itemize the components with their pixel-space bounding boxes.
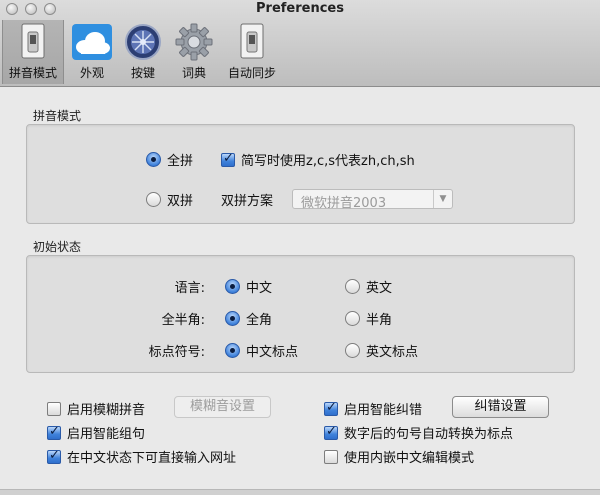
checkbox-label: 启用智能组句 xyxy=(67,427,146,442)
group-title-initial-state: 初始状态 xyxy=(33,240,82,254)
initial-state-group xyxy=(26,255,575,373)
radio-label: 中文 xyxy=(246,281,273,296)
double-pinyin-scheme-select[interactable]: 微软拼音2003 ▼ xyxy=(292,189,453,211)
radio-chinese-punct[interactable]: 中文标点 xyxy=(225,341,298,360)
checkbox-url-input[interactable]: 在中文状态下可直接输入网址 xyxy=(47,447,236,466)
width-label: 全半角: xyxy=(161,313,205,328)
tab-dictionary[interactable]: 词典 xyxy=(168,20,220,84)
checkbox-label: 使用内嵌中文编辑模式 xyxy=(344,451,475,466)
radio-label: 英文标点 xyxy=(366,345,419,360)
checkbox-auto-punct[interactable]: 数字后的句号自动转换为标点 xyxy=(324,423,513,442)
radio-button[interactable] xyxy=(345,343,360,358)
checkbox-smart-correction[interactable]: 启用智能纠错 xyxy=(324,399,422,418)
gear-icon xyxy=(175,23,213,61)
select-value: 微软拼音2003 xyxy=(301,196,387,211)
radio-full-pinyin[interactable]: 全拼 xyxy=(146,150,193,169)
checkbox-label: 在中文状态下可直接输入网址 xyxy=(67,451,237,466)
checkbox-inline-edit[interactable]: 使用内嵌中文编辑模式 xyxy=(324,447,474,466)
tab-appearance[interactable]: 外观 xyxy=(66,20,118,84)
radio-language-english[interactable]: 英文 xyxy=(345,277,392,296)
radio-label: 英文 xyxy=(366,281,393,296)
radio-half-width[interactable]: 半角 xyxy=(345,309,392,328)
radio-button[interactable] xyxy=(146,192,161,207)
radio-full-width[interactable]: 全角 xyxy=(225,309,272,328)
checkbox-label: 启用模糊拼音 xyxy=(67,403,146,418)
keyboard-globe-icon xyxy=(125,24,161,60)
radio-label: 全角 xyxy=(246,313,273,328)
tab-label: 自动同步 xyxy=(227,66,276,80)
radio-button[interactable] xyxy=(146,152,161,167)
checkbox-label: 启用智能纠错 xyxy=(344,403,423,418)
radio-english-punct[interactable]: 英文标点 xyxy=(345,341,418,360)
switch-icon xyxy=(21,23,45,59)
radio-language-chinese[interactable]: 中文 xyxy=(225,277,272,296)
checkbox-smart-grouping[interactable]: 启用智能组句 xyxy=(47,423,145,442)
radio-button[interactable] xyxy=(225,311,240,326)
radio-button[interactable] xyxy=(345,279,360,294)
checkbox-label: 简写时使用z,c,s代表zh,ch,sh xyxy=(241,154,415,169)
tab-auto-sync[interactable]: 自动同步 xyxy=(220,20,284,84)
checkbox[interactable] xyxy=(324,424,338,440)
checkbox[interactable] xyxy=(221,151,235,167)
switch-icon xyxy=(240,23,264,59)
tab-label: 词典 xyxy=(181,66,206,80)
tab-label: 外观 xyxy=(79,66,104,80)
group-title-pinyin-mode: 拼音模式 xyxy=(33,109,82,123)
correction-settings-button[interactable]: 纠错设置 xyxy=(452,396,549,418)
checkbox-label: 数字后的句号自动转换为标点 xyxy=(344,427,514,442)
radio-button[interactable] xyxy=(225,279,240,294)
radio-label: 全拼 xyxy=(167,154,194,169)
language-label: 语言: xyxy=(174,281,205,296)
checkbox-abbrev[interactable]: 简写时使用z,c,s代表zh,ch,sh xyxy=(221,150,415,169)
radio-button[interactable] xyxy=(345,311,360,326)
window-bottom-edge xyxy=(0,489,600,495)
radio-label: 中文标点 xyxy=(246,345,299,360)
tab-keys[interactable]: 按键 xyxy=(118,20,168,84)
radio-double-pinyin[interactable]: 双拼 xyxy=(146,190,193,209)
window-toolbar: Preferences 拼音模式 外观 按键 词典 自动同步 xyxy=(0,0,600,87)
scheme-label: 双拼方案 xyxy=(221,190,273,209)
checkbox[interactable] xyxy=(47,424,61,440)
checkbox[interactable] xyxy=(324,449,338,464)
tab-label: 拼音模式 xyxy=(8,66,57,80)
chevron-down-icon: ▼ xyxy=(433,190,452,208)
radio-button[interactable] xyxy=(225,343,240,358)
checkbox-fuzzy-pinyin[interactable]: 启用模糊拼音 xyxy=(47,399,145,418)
radio-label: 半角 xyxy=(366,313,393,328)
radio-label: 双拼 xyxy=(167,194,194,209)
tab-label: 按键 xyxy=(130,66,155,80)
checkbox[interactable] xyxy=(47,401,61,416)
window-title: Preferences xyxy=(256,1,344,16)
checkbox[interactable] xyxy=(324,400,338,416)
punct-label: 标点符号: xyxy=(148,345,205,360)
cloud-icon xyxy=(72,24,112,60)
checkbox[interactable] xyxy=(47,448,61,464)
fuzzy-settings-button[interactable]: 模糊音设置 xyxy=(174,396,271,418)
tab-pinyin-mode[interactable]: 拼音模式 xyxy=(2,20,64,84)
scheme-label-text: 双拼方案 xyxy=(221,194,274,209)
